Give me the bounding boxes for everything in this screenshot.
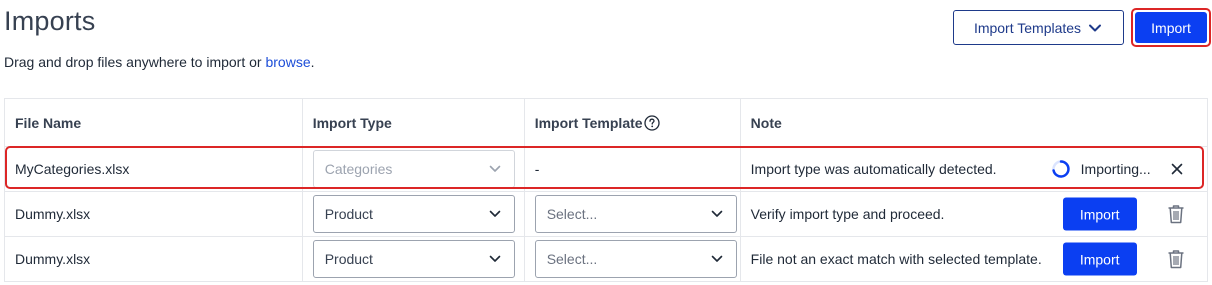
- trash-icon[interactable]: [1167, 204, 1185, 224]
- import-type-select[interactable]: Product: [312, 195, 515, 233]
- table-row: MyCategories.xlsx Categories - Import ty…: [4, 146, 1209, 192]
- column-header-import-template: Import Template: [523, 98, 741, 147]
- column-header-note: Note: [739, 98, 1209, 147]
- import-template-select[interactable]: Select...: [534, 195, 737, 233]
- drag-drop-hint: Drag and drop files anywhere to import o…: [4, 54, 315, 70]
- import-type-value: Product: [324, 206, 373, 222]
- table-row: Dummy.xlsx Product Select... Verify impo…: [4, 191, 1209, 237]
- note-text: Import type was automatically detected.: [750, 161, 997, 177]
- file-name-cell: Dummy.xlsx: [4, 191, 303, 237]
- column-header-file-name: File Name: [4, 98, 303, 147]
- imports-table: File Name Import Type Import Template No…: [4, 98, 1209, 282]
- drag-drop-text: Drag and drop files anywhere to import o…: [4, 54, 262, 70]
- column-header-import-template-label: Import Template: [534, 114, 643, 131]
- note-text: Verify import type and proceed.: [750, 206, 945, 222]
- import-template-select[interactable]: Select...: [534, 240, 737, 278]
- trash-icon[interactable]: [1167, 249, 1185, 269]
- note-text: File not an exact match with selected te…: [750, 251, 1042, 267]
- import-templates-button[interactable]: Import Templates: [953, 10, 1124, 45]
- import-template-cell: -: [523, 146, 741, 192]
- chevron-down-icon: [711, 210, 722, 217]
- column-header-import-type: Import Type: [301, 98, 525, 147]
- drag-drop-period: .: [310, 54, 315, 70]
- chevron-down-icon: [489, 210, 501, 217]
- chevron-down-icon: [489, 165, 501, 172]
- chevron-down-icon: [711, 255, 722, 262]
- file-name-cell: Dummy.xlsx: [4, 236, 303, 282]
- import-type-select[interactable]: Product: [312, 240, 515, 278]
- import-type-value: Categories: [324, 161, 393, 177]
- close-icon[interactable]: [1171, 163, 1183, 175]
- chevron-down-icon: [1089, 24, 1102, 31]
- import-type-select: Categories: [312, 150, 515, 188]
- import-button[interactable]: Import: [1131, 8, 1211, 47]
- chevron-down-icon: [489, 255, 501, 262]
- row-import-button[interactable]: Import: [1062, 197, 1137, 231]
- question-circle-icon[interactable]: [643, 114, 660, 131]
- importing-label: Importing...: [1080, 161, 1151, 177]
- browse-link[interactable]: browse: [265, 54, 310, 70]
- importing-status: Importing...: [1051, 159, 1151, 179]
- import-template-value: Select...: [546, 251, 598, 267]
- table-row: Dummy.xlsx Product Select... File not an…: [4, 236, 1209, 282]
- import-type-value: Product: [324, 251, 373, 267]
- row-import-button[interactable]: Import: [1062, 242, 1137, 276]
- spinner-icon: [1051, 160, 1070, 178]
- table-header-row: File Name Import Type Import Template No…: [4, 98, 1209, 147]
- import-templates-label: Import Templates: [973, 19, 1082, 36]
- import-button-label: Import: [1135, 12, 1207, 43]
- import-template-value: Select...: [546, 206, 598, 222]
- file-name-cell: MyCategories.xlsx: [4, 146, 303, 192]
- page-title: Imports: [4, 6, 96, 36]
